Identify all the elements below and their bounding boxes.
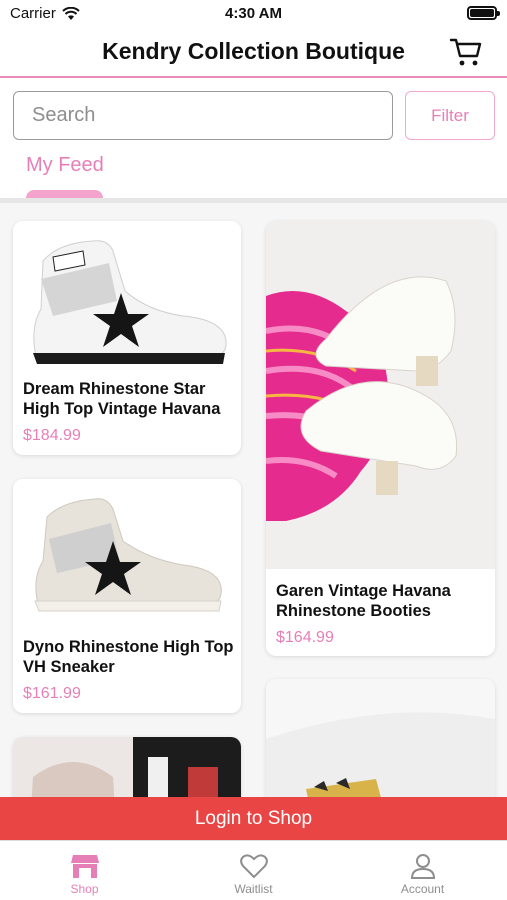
product-name: Garen Vintage Havana Rhinestone Booties <box>276 582 451 620</box>
product-card[interactable]: Dream Rhinestone Star High Top Vintage H… <box>13 221 241 455</box>
status-bar: Carrier 4:30 AM <box>0 0 507 28</box>
page-title: Kendry Collection Boutique <box>102 38 405 64</box>
product-card[interactable]: Garen Vintage Havana Rhinestone Booties … <box>266 221 495 656</box>
tab-label: Waitlist <box>234 882 273 896</box>
product-price: $184.99 <box>23 427 81 444</box>
clock: 4:30 AM <box>225 5 282 22</box>
filter-button[interactable]: Filter <box>405 91 495 140</box>
heart-icon <box>239 854 268 879</box>
bottom-tab-bar: Shop Waitlist Account <box>0 840 507 900</box>
product-image <box>266 221 495 569</box>
tab-shop[interactable]: Shop <box>0 841 169 900</box>
product-name: Dyno Rhinestone High Top VH Sneaker <box>23 638 234 676</box>
product-feed[interactable]: Dream Rhinestone Star High Top Vintage H… <box>0 203 507 840</box>
product-card[interactable]: Dyno Rhinestone High Top VH Sneaker $161… <box>13 479 241 713</box>
product-name: Dream Rhinestone Star High Top Vintage H… <box>23 380 221 418</box>
login-to-shop-button[interactable]: Login to Shop <box>0 797 507 840</box>
product-price: $164.99 <box>276 629 334 646</box>
app-header: Kendry Collection Boutique <box>0 28 507 78</box>
product-image <box>13 221 241 376</box>
person-icon <box>410 854 435 879</box>
product-price: $161.99 <box>23 685 81 702</box>
tab-label: Account <box>400 882 445 896</box>
tab-waitlist[interactable]: Waitlist <box>169 841 338 900</box>
tab-my-feed[interactable]: My Feed <box>26 154 104 177</box>
tab-account[interactable]: Account <box>338 841 507 900</box>
shop-icon <box>70 855 99 878</box>
product-image <box>13 479 241 634</box>
search-input[interactable] <box>13 91 393 140</box>
battery-icon <box>467 6 500 20</box>
cart-icon[interactable] <box>449 36 483 68</box>
tab-label: Shop <box>70 882 99 896</box>
